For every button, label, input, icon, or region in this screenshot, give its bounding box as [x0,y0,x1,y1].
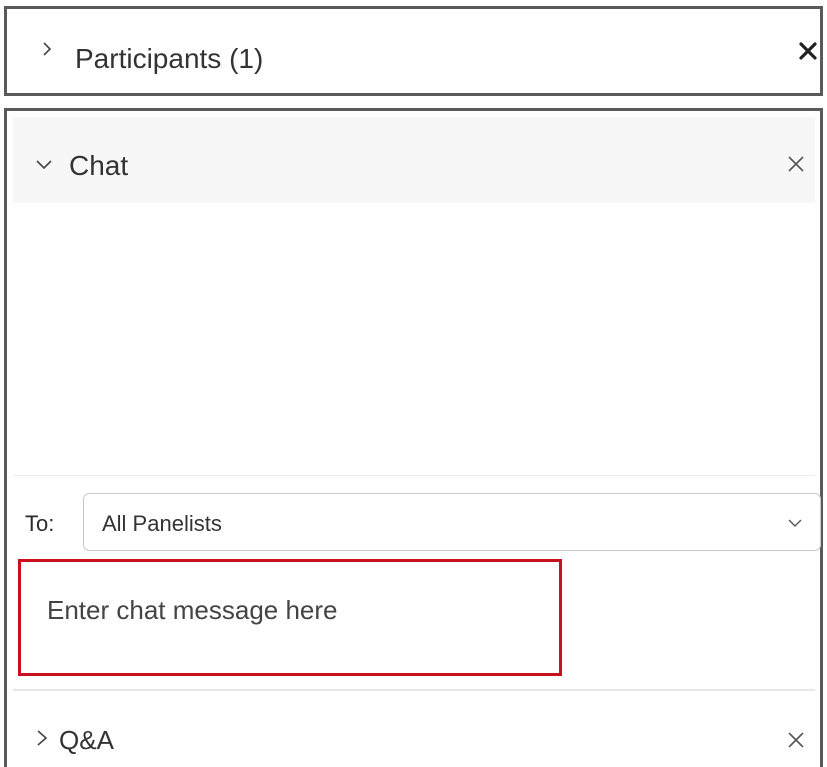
chat-title: Chat [69,150,129,181]
chat-message-list[interactable] [13,203,815,476]
chat-panel: Chat To: All Panelists Enter chat messag… [4,108,823,767]
chevron-down-icon[interactable] [33,153,55,175]
recipient-value: All Panelists [102,511,222,536]
recipient-dropdown[interactable]: All Panelists [83,493,821,551]
close-icon[interactable] [785,153,807,175]
qa-title: Q&A [59,725,114,755]
panels-window: Participants (1) Chat To: All Panelists … [0,0,827,767]
chat-header[interactable]: Chat [13,117,815,203]
chat-message-placeholder: Enter chat message here [47,595,338,625]
participants-title[interactable]: Participants (1) [75,43,263,75]
close-icon[interactable] [785,729,807,751]
chevron-right-icon[interactable] [31,727,53,749]
chat-message-input[interactable]: Enter chat message here [18,559,562,676]
close-icon[interactable] [796,39,820,63]
participants-panel: Participants (1) [4,6,823,96]
recipient-label: To: [25,511,55,536]
qa-panel-header[interactable]: Q&A [13,691,815,767]
chevron-down-icon [786,514,804,532]
chevron-right-icon[interactable] [35,37,59,61]
